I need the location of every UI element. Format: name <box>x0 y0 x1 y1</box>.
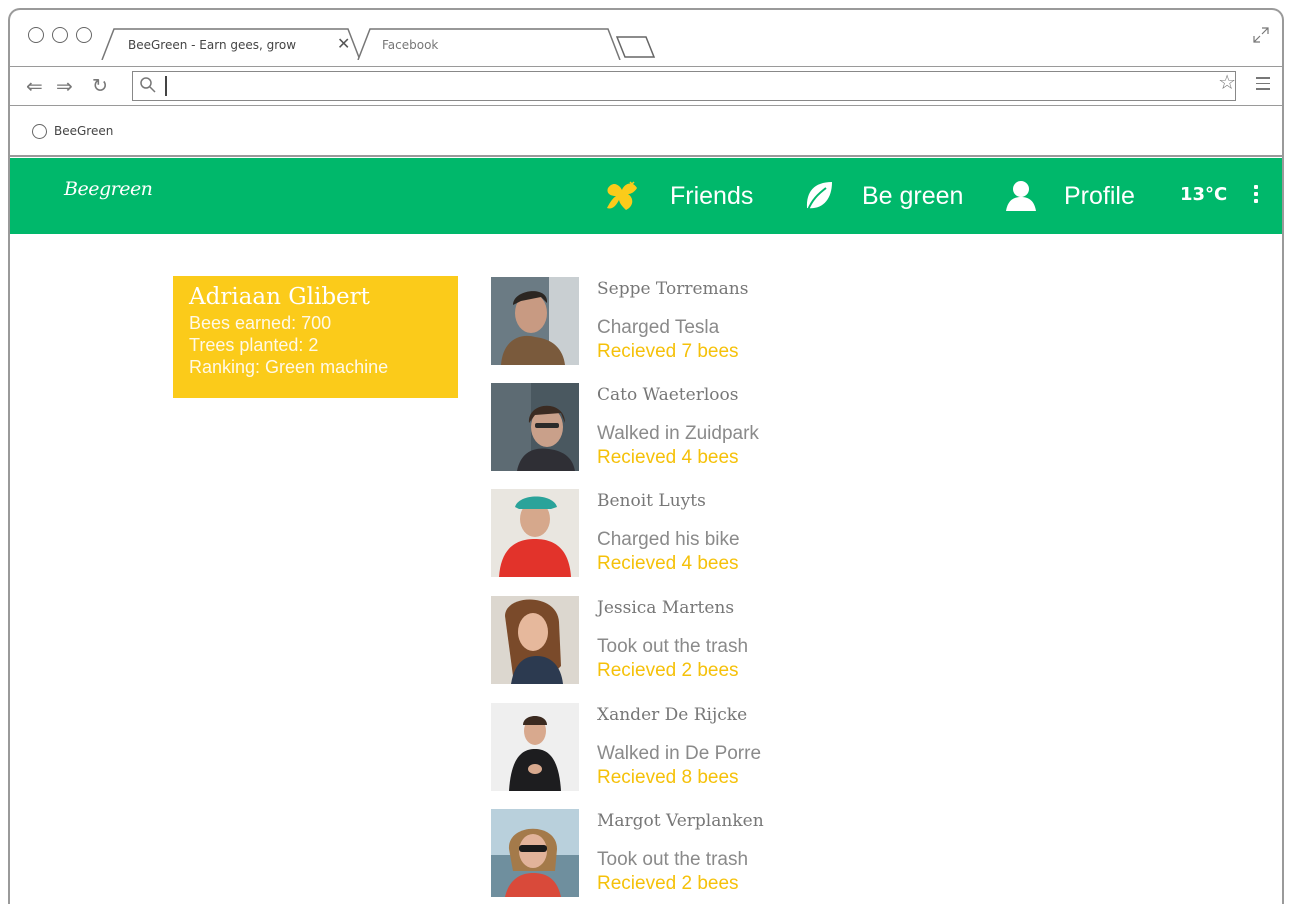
tab-close-icon[interactable]: ✕ <box>337 34 350 53</box>
friend-reward: Recieved 8 bees <box>597 767 739 788</box>
bookmark-beegreen[interactable]: BeeGreen <box>54 124 113 138</box>
nav-be-green-label: Be green <box>862 181 964 210</box>
url-bar[interactable] <box>132 71 1236 101</box>
feed-item[interactable]: Seppe Torremans Charged Tesla Recieved 7… <box>491 277 991 367</box>
friend-reward: Recieved 4 bees <box>597 447 739 468</box>
friend-name[interactable]: Xander De Rijcke <box>597 705 747 725</box>
feed-item[interactable]: Xander De Rijcke Walked in De Porre Reci… <box>491 703 991 793</box>
friend-action: Charged his bike <box>597 529 740 550</box>
leaf-icon <box>806 182 832 211</box>
friend-name[interactable]: Jessica Martens <box>597 598 734 618</box>
user-name: Adriaan Glibert <box>189 284 370 310</box>
avatar <box>491 703 579 791</box>
tab-facebook-label: Facebook <box>382 38 439 52</box>
more-options-icon[interactable] <box>1254 185 1259 206</box>
user-bees-earned: Bees earned: 700 <box>189 313 332 333</box>
friend-reward: Recieved 7 bees <box>597 341 739 362</box>
search-icon <box>140 77 156 93</box>
avatar <box>491 596 579 684</box>
friend-action: Walked in Zuidpark <box>597 423 759 444</box>
feed-item[interactable]: Benoit Luyts Charged his bike Recieved 4… <box>491 489 991 579</box>
bookmarks-bar: BeeGreen <box>10 107 1282 157</box>
avatar <box>491 489 579 577</box>
user-trees-planted: Trees planted: 2 <box>189 335 319 355</box>
friend-name[interactable]: Cato Waeterloos <box>597 385 738 405</box>
nav-friends[interactable]: Friends <box>604 158 753 234</box>
friend-reward: Recieved 2 bees <box>597 873 739 894</box>
avatar <box>491 809 579 897</box>
avatar <box>491 383 579 471</box>
friend-name[interactable]: Seppe Torremans <box>597 279 748 299</box>
friend-name[interactable]: Margot Verplanken <box>597 811 764 831</box>
tab-strip: BeeGreen - Earn gees, grow ✕ Facebook <box>10 10 1282 66</box>
feed-item[interactable]: Cato Waeterloos Walked in Zuidpark Recie… <box>491 383 991 473</box>
friend-action: Took out the trash <box>597 849 749 870</box>
nav-friends-label: Friends <box>670 181 754 210</box>
friend-action: Took out the trash <box>597 636 749 657</box>
expand-window-icon[interactable] <box>1252 26 1270 44</box>
app-header: Beegreen Friends Be green Profile 13°C <box>10 158 1282 234</box>
friend-action: Charged Tesla <box>597 317 720 338</box>
nav-profile[interactable]: Profile <box>1004 158 1135 234</box>
feed-item[interactable]: Jessica Martens Took out the trash Recie… <box>491 596 991 686</box>
friend-action: Walked in De Porre <box>597 743 762 764</box>
temperature-readout: 13°C <box>1180 184 1228 205</box>
user-ranking: Ranking: Green machine <box>189 357 389 377</box>
browser-menu-icon[interactable] <box>1256 77 1270 94</box>
nav-be-green[interactable]: Be green <box>804 158 963 234</box>
friend-name[interactable]: Benoit Luyts <box>597 491 706 511</box>
reload-icon[interactable]: ↻ <box>92 75 108 97</box>
user-summary-card: Adriaan Glibert Bees earned: 700 Trees p… <box>173 276 458 398</box>
bookmark-star-icon[interactable]: ☆ <box>1218 70 1236 94</box>
forward-arrow-icon[interactable]: ⇒ <box>56 75 73 97</box>
window-zoom-control[interactable] <box>76 27 92 43</box>
window-close-control[interactable] <box>28 27 44 43</box>
text-caret <box>165 76 167 96</box>
browser-window: BeeGreen - Earn gees, grow ✕ Facebook ⇐ … <box>8 8 1284 904</box>
feed-item[interactable]: Margot Verplanken Took out the trash Rec… <box>491 809 991 899</box>
nav-profile-label: Profile <box>1064 181 1135 210</box>
new-tab-button[interactable] <box>616 36 656 58</box>
back-arrow-icon[interactable]: ⇐ <box>26 75 43 97</box>
bookmark-favicon-icon <box>32 124 47 139</box>
beegreen-logo[interactable]: Beegreen <box>64 178 153 200</box>
tab-active-label: BeeGreen - Earn gees, grow <box>128 38 297 52</box>
person-icon <box>1006 181 1036 211</box>
friend-reward: Recieved 4 bees <box>597 553 739 574</box>
avatar <box>491 277 579 365</box>
window-minimize-control[interactable] <box>52 27 68 43</box>
address-row: ⇐ ⇒ ↻ ☆ <box>10 66 1282 106</box>
bee-icon <box>607 181 637 210</box>
friend-reward: Recieved 2 bees <box>597 660 739 681</box>
